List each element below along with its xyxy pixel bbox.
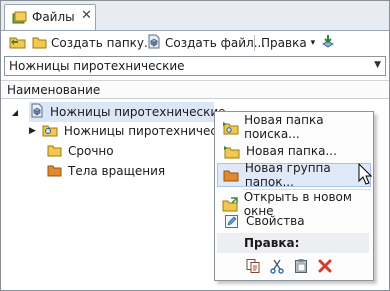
create-folder-button[interactable]: Создать папку...	[32, 34, 155, 52]
search-folder-icon	[42, 123, 58, 140]
files-window: Файлы ✕ Создать папку... Создать файл...…	[0, 0, 390, 291]
folder-icon	[32, 35, 47, 52]
menu-item-new-search-folder[interactable]: Новая папка поиска...	[217, 113, 371, 141]
file-cube-icon	[29, 103, 44, 121]
copy-icon[interactable]	[243, 256, 263, 276]
toolbar: Создать папку... Создать файл... Правка …	[1, 31, 389, 55]
tree-node-child[interactable]: ▶ Ножницы пиротехнические	[29, 121, 214, 141]
cut-icon[interactable]	[267, 256, 287, 276]
menu-item-label: Новая группа папок...	[244, 161, 331, 189]
files-tab-icon	[12, 11, 27, 27]
search-folder-icon	[220, 120, 240, 135]
properties-icon	[220, 214, 242, 229]
column-header-label: Наименование	[7, 83, 101, 97]
edit-section-header: Правка:	[217, 233, 369, 253]
tab-files[interactable]: Файлы ✕	[4, 4, 96, 30]
path-combo-value: Ножницы пиротехнические	[9, 59, 185, 73]
menu-item-new-folder-group[interactable]: Новая группа папок...	[217, 161, 371, 189]
folder-back-icon	[9, 34, 26, 52]
edit-menu-button[interactable]: Правка ▾	[261, 34, 315, 52]
back-button[interactable]	[9, 34, 26, 52]
new-folder-icon	[220, 144, 242, 159]
tab-label: Файлы	[32, 10, 75, 24]
edit-label: Правка	[261, 36, 307, 50]
expand-icon[interactable]: ▶	[29, 126, 36, 136]
menu-item-new-folder[interactable]: Новая папка...	[217, 139, 371, 163]
close-icon[interactable]: ✕	[81, 8, 92, 23]
download-icon	[320, 34, 336, 53]
tree-node-label: Тела вращения	[68, 164, 166, 178]
tree-node-label: Ножницы пиротехнические	[50, 105, 226, 119]
folder-group-icon	[221, 168, 241, 182]
paste-icon[interactable]	[291, 256, 311, 276]
tree-node-child[interactable]: Тела вращения	[47, 161, 165, 181]
toolbar-divider	[254, 35, 255, 51]
collapse-icon[interactable]: ◢	[9, 108, 21, 117]
edit-section-label: Правка:	[244, 236, 300, 250]
tree-node-label: Ножницы пиротехнические	[63, 124, 214, 138]
folder-group-icon	[47, 163, 62, 180]
context-menu: Новая папка поиска... Новая папка... Нов…	[214, 111, 374, 281]
create-folder-label: Создать папку...	[51, 36, 156, 50]
file-cube-icon	[146, 34, 161, 52]
path-combo[interactable]: Ножницы пиротехнические ▼	[4, 56, 386, 76]
menu-item-label: Новая папка...	[246, 144, 337, 158]
chevron-down-icon: ▾	[310, 38, 316, 48]
mouse-pointer-icon	[358, 162, 373, 188]
menu-item-label: Новая папка поиска...	[244, 113, 324, 141]
create-file-label: Создать файл...	[165, 36, 266, 50]
tree-node-child[interactable]: Срочно	[47, 141, 114, 161]
menu-item-label: Свойства	[246, 214, 305, 228]
folder-icon	[47, 143, 62, 160]
delete-icon[interactable]	[315, 256, 335, 276]
column-header-name[interactable]: Наименование	[1, 80, 389, 99]
menu-item-properties[interactable]: Свойства	[217, 209, 371, 233]
tree-node-label: Срочно	[68, 144, 114, 158]
dropdown-arrow-icon[interactable]: ▼	[374, 60, 381, 70]
create-file-button[interactable]: Создать файл...	[146, 34, 265, 52]
tab-strip: Файлы ✕	[1, 1, 389, 31]
download-button[interactable]	[320, 34, 336, 52]
tree-node-root[interactable]: ◢ Ножницы пиротехнические	[9, 102, 226, 122]
